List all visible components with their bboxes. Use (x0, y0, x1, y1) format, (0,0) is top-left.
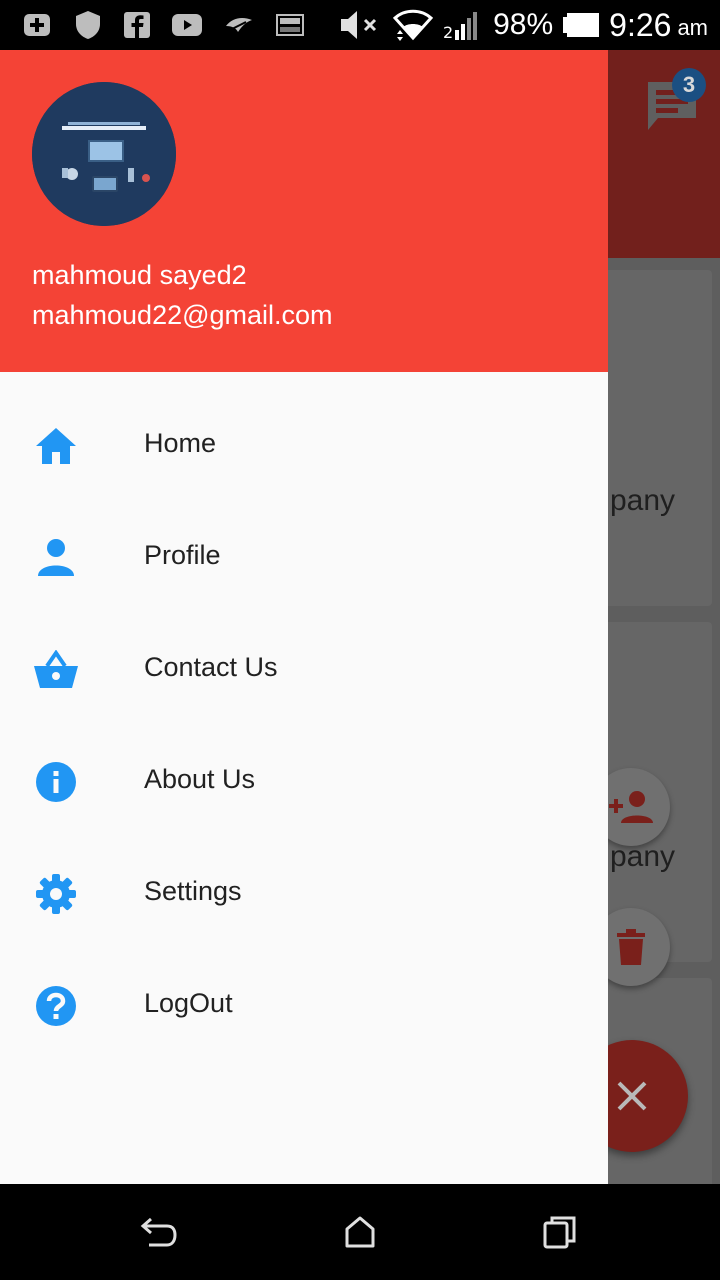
avatar-image (32, 82, 176, 226)
menu-item-settings[interactable]: Settings (0, 836, 608, 948)
person-icon (32, 534, 80, 582)
background-card-title: pany (610, 484, 676, 517)
menu-item-label: Contact Us (144, 652, 278, 682)
clock-ampm: am (677, 15, 708, 40)
youtube-icon (172, 14, 202, 36)
drawer-header: mahmoud sayed2 mahmoud22@gmail.com (0, 50, 608, 372)
home-icon (32, 422, 80, 470)
navigation-drawer: mahmoud sayed2 mahmoud22@gmail.com Home … (0, 50, 608, 1184)
background-card (590, 270, 712, 606)
system-nav-bar (0, 1184, 720, 1280)
home-outline-icon (345, 1216, 375, 1248)
close-icon (617, 1081, 647, 1111)
menu-item-about-us[interactable]: About Us (0, 724, 608, 836)
nav-home-button[interactable] (336, 1208, 384, 1256)
menu-item-label: LogOut (144, 988, 233, 1018)
menu-item-contact-us[interactable]: Contact Us (0, 612, 608, 724)
info-icon (32, 758, 80, 806)
facebook-icon (124, 12, 150, 38)
add-box-icon (24, 14, 50, 36)
mute-icon (341, 11, 377, 39)
recent-apps-icon (543, 1216, 576, 1249)
battery-percent: 98% (493, 8, 554, 41)
background-card-title: pany (610, 840, 676, 873)
back-icon (140, 1217, 177, 1247)
wifi-icon (393, 9, 434, 41)
menu-item-label: Profile (144, 540, 221, 570)
menu-item-home[interactable]: Home (0, 388, 608, 500)
shield-icon (76, 11, 100, 39)
bird-icon (226, 18, 252, 32)
menu-item-logout[interactable]: LogOut (0, 948, 608, 1060)
status-right: 2 98% 9:26 am (339, 6, 708, 44)
status-bar: 2 98% 9:26 am (0, 0, 720, 50)
menu-item-label: About Us (144, 764, 256, 794)
user-name: mahmoud sayed2 (32, 260, 247, 290)
battery-icon (563, 13, 600, 37)
menu-item-profile[interactable]: Profile (0, 500, 608, 612)
avatar[interactable] (32, 82, 176, 226)
status-left-icons (22, 10, 304, 40)
menu-item-label: Home (144, 428, 217, 458)
user-email: mahmoud22@gmail.com (32, 300, 333, 330)
signal-icon: 2 (443, 12, 478, 42)
person-add-icon (609, 791, 653, 823)
trash-icon (617, 929, 645, 965)
basket-icon (32, 646, 80, 694)
notification-badge: 3 (672, 68, 706, 102)
nav-back-button[interactable] (135, 1208, 183, 1256)
gear-icon (32, 870, 80, 918)
nav-recent-button[interactable] (536, 1208, 584, 1256)
image-icon (276, 14, 304, 36)
clock-time: 9:26 (609, 6, 672, 43)
menu-item-label: Settings (144, 876, 242, 906)
help-icon (32, 982, 80, 1030)
drawer-menu: Home Profile Contact Us About Us Setting… (0, 388, 608, 1060)
svg-text:2: 2 (443, 23, 453, 42)
